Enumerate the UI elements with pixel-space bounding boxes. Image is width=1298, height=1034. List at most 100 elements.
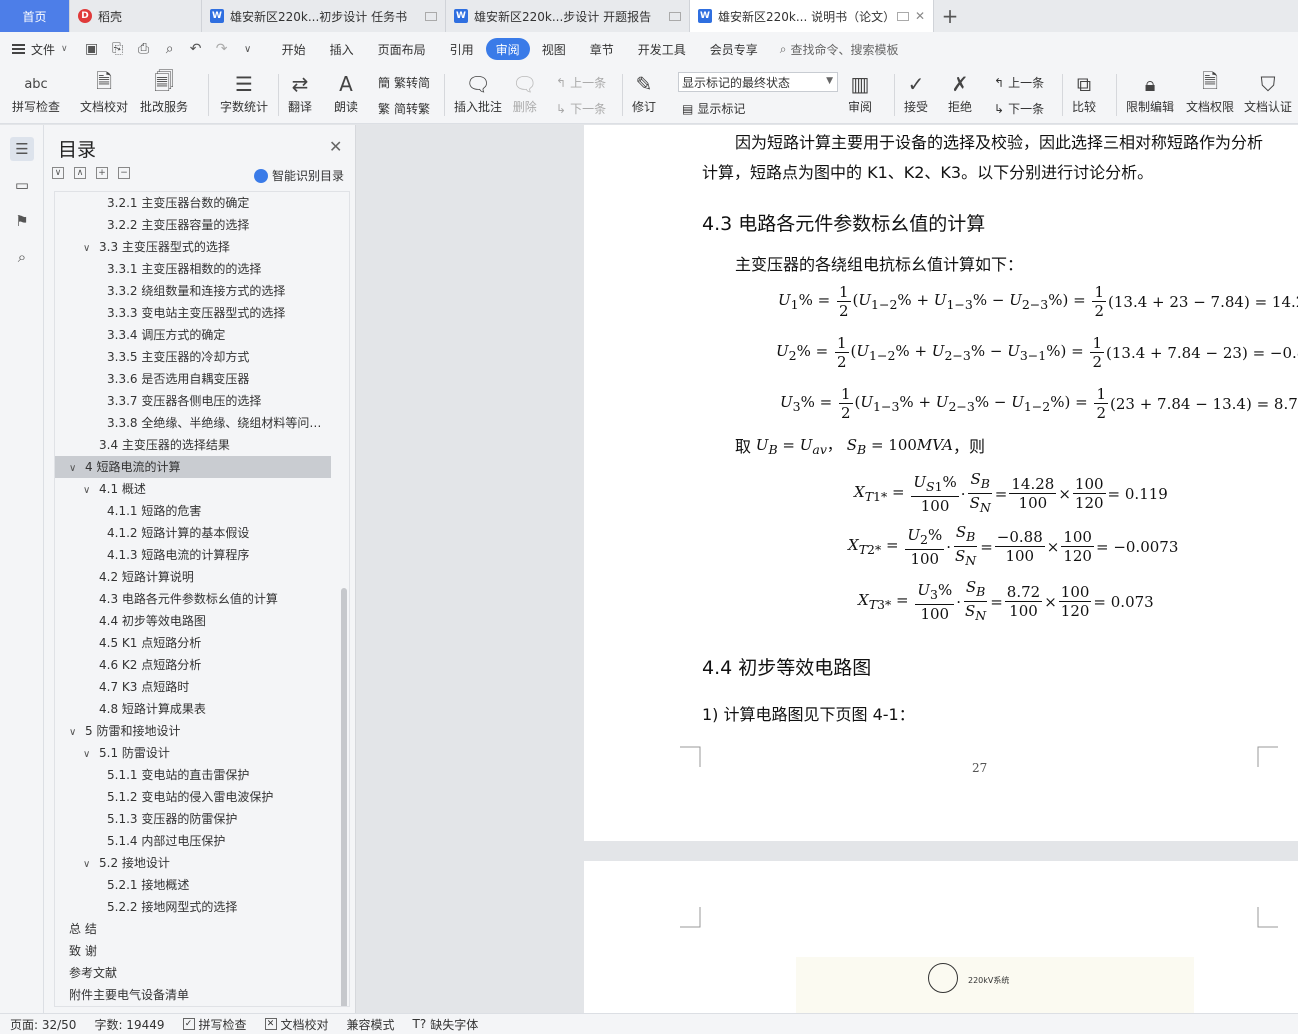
expand-all-icon[interactable]: ∧ (74, 167, 86, 179)
doc-permission-button[interactable]: 🗎 文档权限 (1186, 69, 1234, 115)
doc-certify-button[interactable]: ⛉ 文档认证 (1244, 70, 1292, 115)
menu-developer[interactable]: 开发工具 (626, 38, 698, 60)
new-tab-plus-icon[interactable]: + (934, 0, 966, 32)
menu-member[interactable]: 会员专享 (698, 38, 770, 60)
toc-item[interactable]: 4.1.3 短路电流的计算程序 (55, 544, 331, 566)
menu-references[interactable]: 引用 (438, 38, 486, 60)
chevron-down-icon[interactable]: ∨ (83, 854, 93, 874)
toc-panel-icon[interactable]: ☰ (10, 137, 34, 161)
search-icon[interactable]: ⌕ (10, 245, 34, 269)
tab-document-2[interactable]: W 雄安新区220k...步设计 开题报告 (446, 0, 690, 32)
toc-item[interactable]: 3.3.2 绕组数量和连接方式的选择 (55, 280, 331, 302)
command-search[interactable]: ⌕ 查找命令、搜索模板 (780, 41, 899, 58)
toc-item[interactable]: 5.1.1 变电站的直击雷保护 (55, 764, 331, 786)
delete-comment-button[interactable]: 🗨 删除 (512, 70, 537, 115)
toc-item[interactable]: 3.3.7 变压器各侧电压的选择 (55, 390, 331, 412)
toc-item[interactable]: ∨ 4 短路电流的计算 (55, 456, 331, 478)
document-page[interactable]: 220kV系统 (584, 861, 1298, 1013)
toc-item[interactable]: 5.1.3 变压器的防雷保护 (55, 808, 331, 830)
toc-item[interactable]: ∨ 5 防雷和接地设计 (55, 720, 331, 742)
menu-view[interactable]: 视图 (530, 38, 578, 60)
review-pane-button[interactable]: ▥ 审阅 (848, 70, 872, 115)
print-preview-icon[interactable]: ⌕ (162, 41, 178, 57)
chapter-nav-icon[interactable]: ▭ (10, 173, 34, 197)
add-heading-icon[interactable]: + (96, 167, 108, 179)
bookmark-icon[interactable]: ⚑ (10, 209, 34, 233)
menu-chapter[interactable]: 章节 (578, 38, 626, 60)
toc-item[interactable]: 4.4 初步等效电路图 (55, 610, 331, 632)
tab-docer[interactable]: D 稻壳 (70, 0, 202, 32)
toc-item[interactable]: 3.3.5 主变压器的冷却方式 (55, 346, 331, 368)
status-doc-proof[interactable]: ✕ 文档校对 (264, 1016, 329, 1033)
toc-item[interactable]: 3.4 主变压器的选择结果 (55, 434, 331, 456)
toc-item[interactable]: ∨ 5.1 防雷设计 (55, 742, 331, 764)
track-changes-button[interactable]: ✎ 修订 (632, 70, 656, 115)
tab-home[interactable]: 首页 (0, 0, 70, 32)
toc-item[interactable]: 4.1.2 短路计算的基本假设 (55, 522, 331, 544)
toc-item[interactable]: 致 谢 (55, 940, 331, 962)
document-page[interactable]: 因为短路计算主要用于设备的选择及校验，因此选择三相对称短路作为分析 计算，短路点… (584, 125, 1298, 841)
close-icon[interactable]: ✕ (329, 137, 342, 156)
toc-item[interactable]: 4.2 短路计算说明 (55, 566, 331, 588)
word-count-indicator[interactable]: 字数: 19449 (94, 1016, 164, 1033)
file-menu[interactable]: 文件 ∨ (12, 41, 68, 58)
tab-document-1[interactable]: W 雄安新区220k...初步设计 任务书 (202, 0, 446, 32)
restrict-edit-button[interactable]: 🔒︎ 限制编辑 (1126, 70, 1174, 115)
save-icon[interactable]: ▣ (84, 41, 100, 57)
tab-document-3[interactable]: W 雄安新区220k... 说明书（论文） ✕ (690, 0, 934, 32)
toc-item[interactable]: 4.7 K3 点短路时 (55, 676, 331, 698)
doc-proof-button[interactable]: 🗎 文档校对 (80, 69, 128, 115)
export-pdf-icon[interactable]: ⎘ (110, 41, 126, 57)
status-spell-check[interactable]: ✓ 拼写检查 (182, 1016, 247, 1033)
chevron-down-icon[interactable]: ∨ (83, 744, 93, 764)
toc-scrollbar[interactable] (341, 588, 347, 1006)
read-aloud-button[interactable]: A 朗读 (334, 70, 358, 115)
prev-comment-button[interactable]: ↰ 上一条 (556, 74, 606, 91)
toc-item[interactable]: ∨ 3.3 主变压器型式的选择 (55, 236, 331, 258)
toc-item[interactable]: 4.5 K1 点短路分析 (55, 632, 331, 654)
next-comment-button[interactable]: ↳ 下一条 (556, 100, 606, 117)
toc-item[interactable]: 3.3.8 全绝缘、半绝缘、绕组材料等问题的解决 (55, 412, 331, 434)
menu-home[interactable]: 开始 (270, 38, 318, 60)
toc-item[interactable]: 3.3.4 调压方式的确定 (55, 324, 331, 346)
remove-heading-icon[interactable]: − (118, 167, 130, 179)
menu-review[interactable]: 审阅 (485, 38, 530, 60)
toc-item[interactable]: ∨ 5.2 接地设计 (55, 852, 331, 874)
toc-item[interactable]: 4.1.1 短路的危害 (55, 500, 331, 522)
markup-state-select[interactable]: 显示标记的最终状态 ▼ (678, 72, 838, 92)
chevron-down-icon[interactable]: ∨ (69, 458, 79, 478)
menu-page-layout[interactable]: 页面布局 (366, 38, 438, 60)
chevron-down-icon[interactable]: ∨ (83, 480, 93, 500)
close-tab-icon[interactable]: ✕ (915, 9, 925, 23)
toc-item[interactable]: ∨ 4.1 概述 (55, 478, 331, 500)
undo-icon[interactable]: ↶ (188, 41, 204, 57)
customize-chevron-icon[interactable]: ∨ (240, 44, 256, 55)
toc-item[interactable]: 3.3.3 变电站主变压器型式的选择 (55, 302, 331, 324)
chevron-down-icon[interactable]: ∨ (69, 722, 79, 742)
show-markup-button[interactable]: ▤ 显示标记 (682, 100, 745, 117)
simp-to-trad-button[interactable]: 繁简转繁 (378, 100, 430, 117)
page-indicator[interactable]: 页面: 32/50 (10, 1016, 76, 1033)
toc-item[interactable]: 3.3.1 主变压器相数的的选择 (55, 258, 331, 280)
toc-item[interactable]: 3.2.1 主变压器台数的确定 (55, 192, 331, 214)
trad-to-simp-button[interactable]: 簡繁转简 (378, 74, 430, 91)
redo-icon[interactable]: ↷ (214, 41, 230, 57)
translate-button[interactable]: ⇄ 翻译 (288, 70, 312, 115)
toc-item[interactable]: 参考文献 (55, 962, 331, 984)
spell-check-button[interactable]: abc 拼写检查 (12, 70, 60, 115)
toc-item[interactable]: 5.1.4 内部过电压保护 (55, 830, 331, 852)
toc-item[interactable]: 4.6 K2 点短路分析 (55, 654, 331, 676)
toc-item[interactable]: 总 结 (55, 918, 331, 940)
next-change-button[interactable]: ↳ 下一条 (994, 100, 1044, 117)
accept-button[interactable]: ✓ 接受 (904, 70, 928, 115)
reject-button[interactable]: ✗ 拒绝 (948, 70, 972, 115)
prev-change-button[interactable]: ↰ 上一条 (994, 74, 1044, 91)
insert-comment-button[interactable]: 🗨 插入批注 (454, 70, 502, 115)
missing-font-indicator[interactable]: T? 缺失字体 (413, 1016, 479, 1033)
toc-item[interactable]: 3.2.2 主变压器容量的选择 (55, 214, 331, 236)
toc-item[interactable]: 附件主要电气设备清单 (55, 984, 331, 1006)
compare-button[interactable]: ⧉ 比较 (1072, 70, 1096, 115)
collapse-all-icon[interactable]: ∨ (52, 167, 64, 179)
print-icon[interactable]: ⎙ (136, 41, 152, 57)
smart-toc-button[interactable]: 智能识别目录 (254, 167, 344, 184)
